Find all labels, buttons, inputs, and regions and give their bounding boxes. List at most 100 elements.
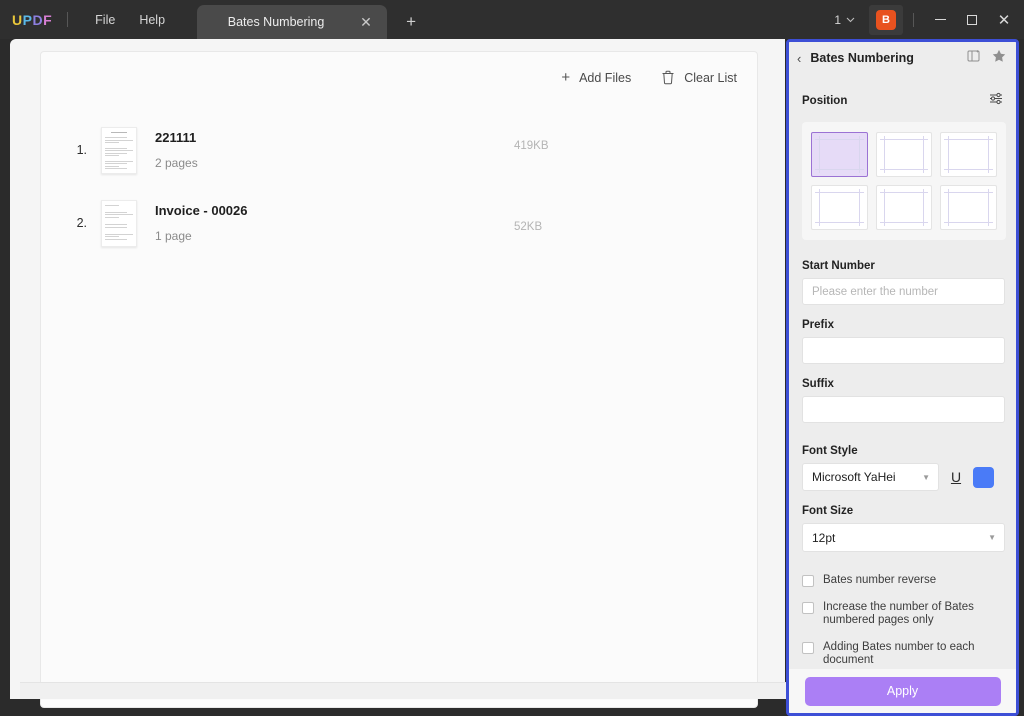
- font-size-select[interactable]: 12pt ▼: [802, 523, 1005, 552]
- start-number-label: Start Number: [802, 260, 875, 272]
- file-thumbnail: [101, 126, 137, 174]
- font-size-value: 12pt: [812, 530, 836, 545]
- logo-divider: [67, 12, 69, 27]
- file-meta: Invoice - 00026 1 page: [155, 203, 248, 243]
- tab-bates-numbering[interactable]: Bates Numbering ✕: [197, 5, 388, 39]
- clear-list-button[interactable]: Clear List: [661, 70, 737, 85]
- start-number-section: Start Number Please enter the number: [789, 260, 1016, 305]
- checkbox-adding-bates-number-each-document[interactable]: Adding Bates number to each document: [802, 641, 1006, 668]
- workspace: + Add Files Clear List 1. 221111 2 pages…: [10, 39, 795, 708]
- suffix-input[interactable]: [802, 396, 1005, 423]
- suffix-section: Suffix: [789, 378, 1016, 423]
- apply-bar: Apply: [789, 669, 1016, 713]
- file-size: 419KB: [514, 139, 549, 152]
- position-cell-bottom-left[interactable]: [811, 185, 868, 230]
- close-button[interactable]: ✕: [988, 5, 1020, 35]
- position-cell-bottom-right[interactable]: [940, 185, 997, 230]
- checkbox-label: Increase the number of Bates numbered pa…: [823, 600, 974, 627]
- add-files-label: Add Files: [579, 70, 632, 85]
- sliders-icon[interactable]: [989, 92, 1003, 110]
- back-icon[interactable]: ‹: [797, 51, 801, 66]
- position-cell-top-left[interactable]: [811, 132, 868, 177]
- menu-file[interactable]: File: [83, 9, 127, 31]
- font-color-swatch[interactable]: [973, 466, 994, 488]
- checkbox-box[interactable]: [802, 601, 814, 614]
- font-size-label: Font Size: [802, 505, 854, 517]
- apply-button[interactable]: Apply: [804, 676, 1001, 706]
- prefix-input[interactable]: [802, 337, 1005, 364]
- checkbox-box[interactable]: [802, 575, 814, 587]
- clear-list-label: Clear List: [684, 70, 737, 85]
- checkbox-bates-number-reverse[interactable]: Bates number reverse: [802, 574, 1006, 588]
- bates-numbering-panel: ‹ Bates Numbering Position Start Number …: [786, 39, 1019, 716]
- menu-help[interactable]: Help: [127, 9, 177, 31]
- add-files-button[interactable]: + Add Files: [561, 70, 631, 85]
- file-list-canvas: + Add Files Clear List 1. 221111 2 pages…: [40, 51, 758, 708]
- file-index: 2.: [76, 216, 87, 230]
- checkbox-box[interactable]: [802, 641, 814, 654]
- position-cell-top-center[interactable]: [875, 132, 933, 177]
- options-checkbox-group: Bates number reverse Increase the number…: [789, 574, 1016, 668]
- avatar: B: [876, 9, 896, 30]
- font-style-row: Microsoft YaHei ▼ U: [802, 463, 1005, 491]
- file-thumbnail: [101, 199, 137, 247]
- app-body: + Add Files Clear List 1. 221111 2 pages…: [0, 39, 1024, 716]
- checkbox-label: Bates number reverse: [823, 574, 937, 586]
- checkbox-label: Adding Bates number to each document: [823, 640, 975, 667]
- plus-icon: +: [561, 69, 571, 86]
- maximize-button[interactable]: [956, 5, 988, 35]
- chevron-down-icon: ▼: [922, 472, 930, 482]
- trash-icon: [661, 70, 675, 85]
- file-meta: 221111 2 pages: [155, 130, 198, 170]
- file-size: 52KB: [514, 221, 543, 234]
- file-page-count: 1 page: [155, 229, 192, 243]
- logo-letter-d: D: [32, 11, 44, 28]
- updf-logo: UPDF: [12, 12, 52, 28]
- avatar-button[interactable]: B: [869, 4, 903, 35]
- file-name: Invoice - 00026: [155, 203, 248, 218]
- file-list-item[interactable]: 1. 221111 2 pages 419KB: [41, 114, 757, 186]
- font-style-section: Font Style Microsoft YaHei ▼ U: [789, 445, 1016, 491]
- prefix-section: Prefix: [789, 319, 1016, 364]
- underline-button[interactable]: U: [948, 469, 964, 485]
- status-bar: [20, 682, 795, 699]
- position-section-header: Position: [789, 88, 1016, 114]
- window-count-selector[interactable]: 1: [834, 13, 855, 27]
- panel-title: Bates Numbering: [810, 51, 914, 65]
- maximize-icon: [967, 14, 977, 25]
- file-index: 1.: [76, 143, 87, 157]
- font-size-section: Font Size 12pt ▼: [789, 505, 1016, 552]
- file-list-item[interactable]: 2. Invoice - 00026 1 page 52KB: [41, 187, 757, 259]
- new-tab-icon[interactable]: +: [401, 13, 421, 30]
- font-family-value: Microsoft YaHei: [812, 470, 896, 484]
- file-toolbar: + Add Files Clear List: [561, 70, 737, 85]
- panel-layout-icon[interactable]: [967, 49, 980, 67]
- minimize-icon: [934, 19, 946, 20]
- position-cell-top-right[interactable]: [940, 132, 997, 177]
- position-label: Position: [802, 95, 848, 107]
- title-bar-left: UPDF File Help: [0, 0, 177, 39]
- chevron-down-icon: ▼: [988, 533, 996, 542]
- minimize-button[interactable]: [924, 5, 956, 35]
- chevron-down-icon: [846, 15, 855, 25]
- tab-label: Bates Numbering: [227, 15, 325, 29]
- tab-close-icon[interactable]: ✕: [359, 15, 373, 29]
- position-grid: [802, 122, 1006, 240]
- tab-strip: Bates Numbering ✕ +: [197, 0, 834, 39]
- star-icon[interactable]: [992, 49, 1006, 68]
- file-list: 1. 221111 2 pages 419KB 2. Invoice - 000…: [41, 114, 757, 259]
- file-page-count: 2 pages: [155, 156, 198, 170]
- logo-letter-f: F: [43, 11, 53, 28]
- font-style-label: Font Style: [802, 445, 858, 457]
- checkbox-increase-number-numbered-pages-only[interactable]: Increase the number of Bates numbered pa…: [802, 601, 1006, 628]
- title-bar: UPDF File Help Bates Numbering ✕ + 1 B ✕: [0, 0, 1024, 39]
- logo-letter-p: P: [22, 11, 33, 28]
- window-count-value: 1: [834, 12, 841, 27]
- font-family-select[interactable]: Microsoft YaHei ▼: [802, 463, 939, 491]
- prefix-label: Prefix: [802, 319, 834, 331]
- logo-letter-u: U: [12, 11, 23, 28]
- position-cell-bottom-center[interactable]: [875, 185, 933, 230]
- start-number-input[interactable]: Please enter the number: [802, 278, 1005, 305]
- title-bar-right: 1 B ✕: [834, 0, 1024, 39]
- titlebar-divider: [913, 12, 914, 27]
